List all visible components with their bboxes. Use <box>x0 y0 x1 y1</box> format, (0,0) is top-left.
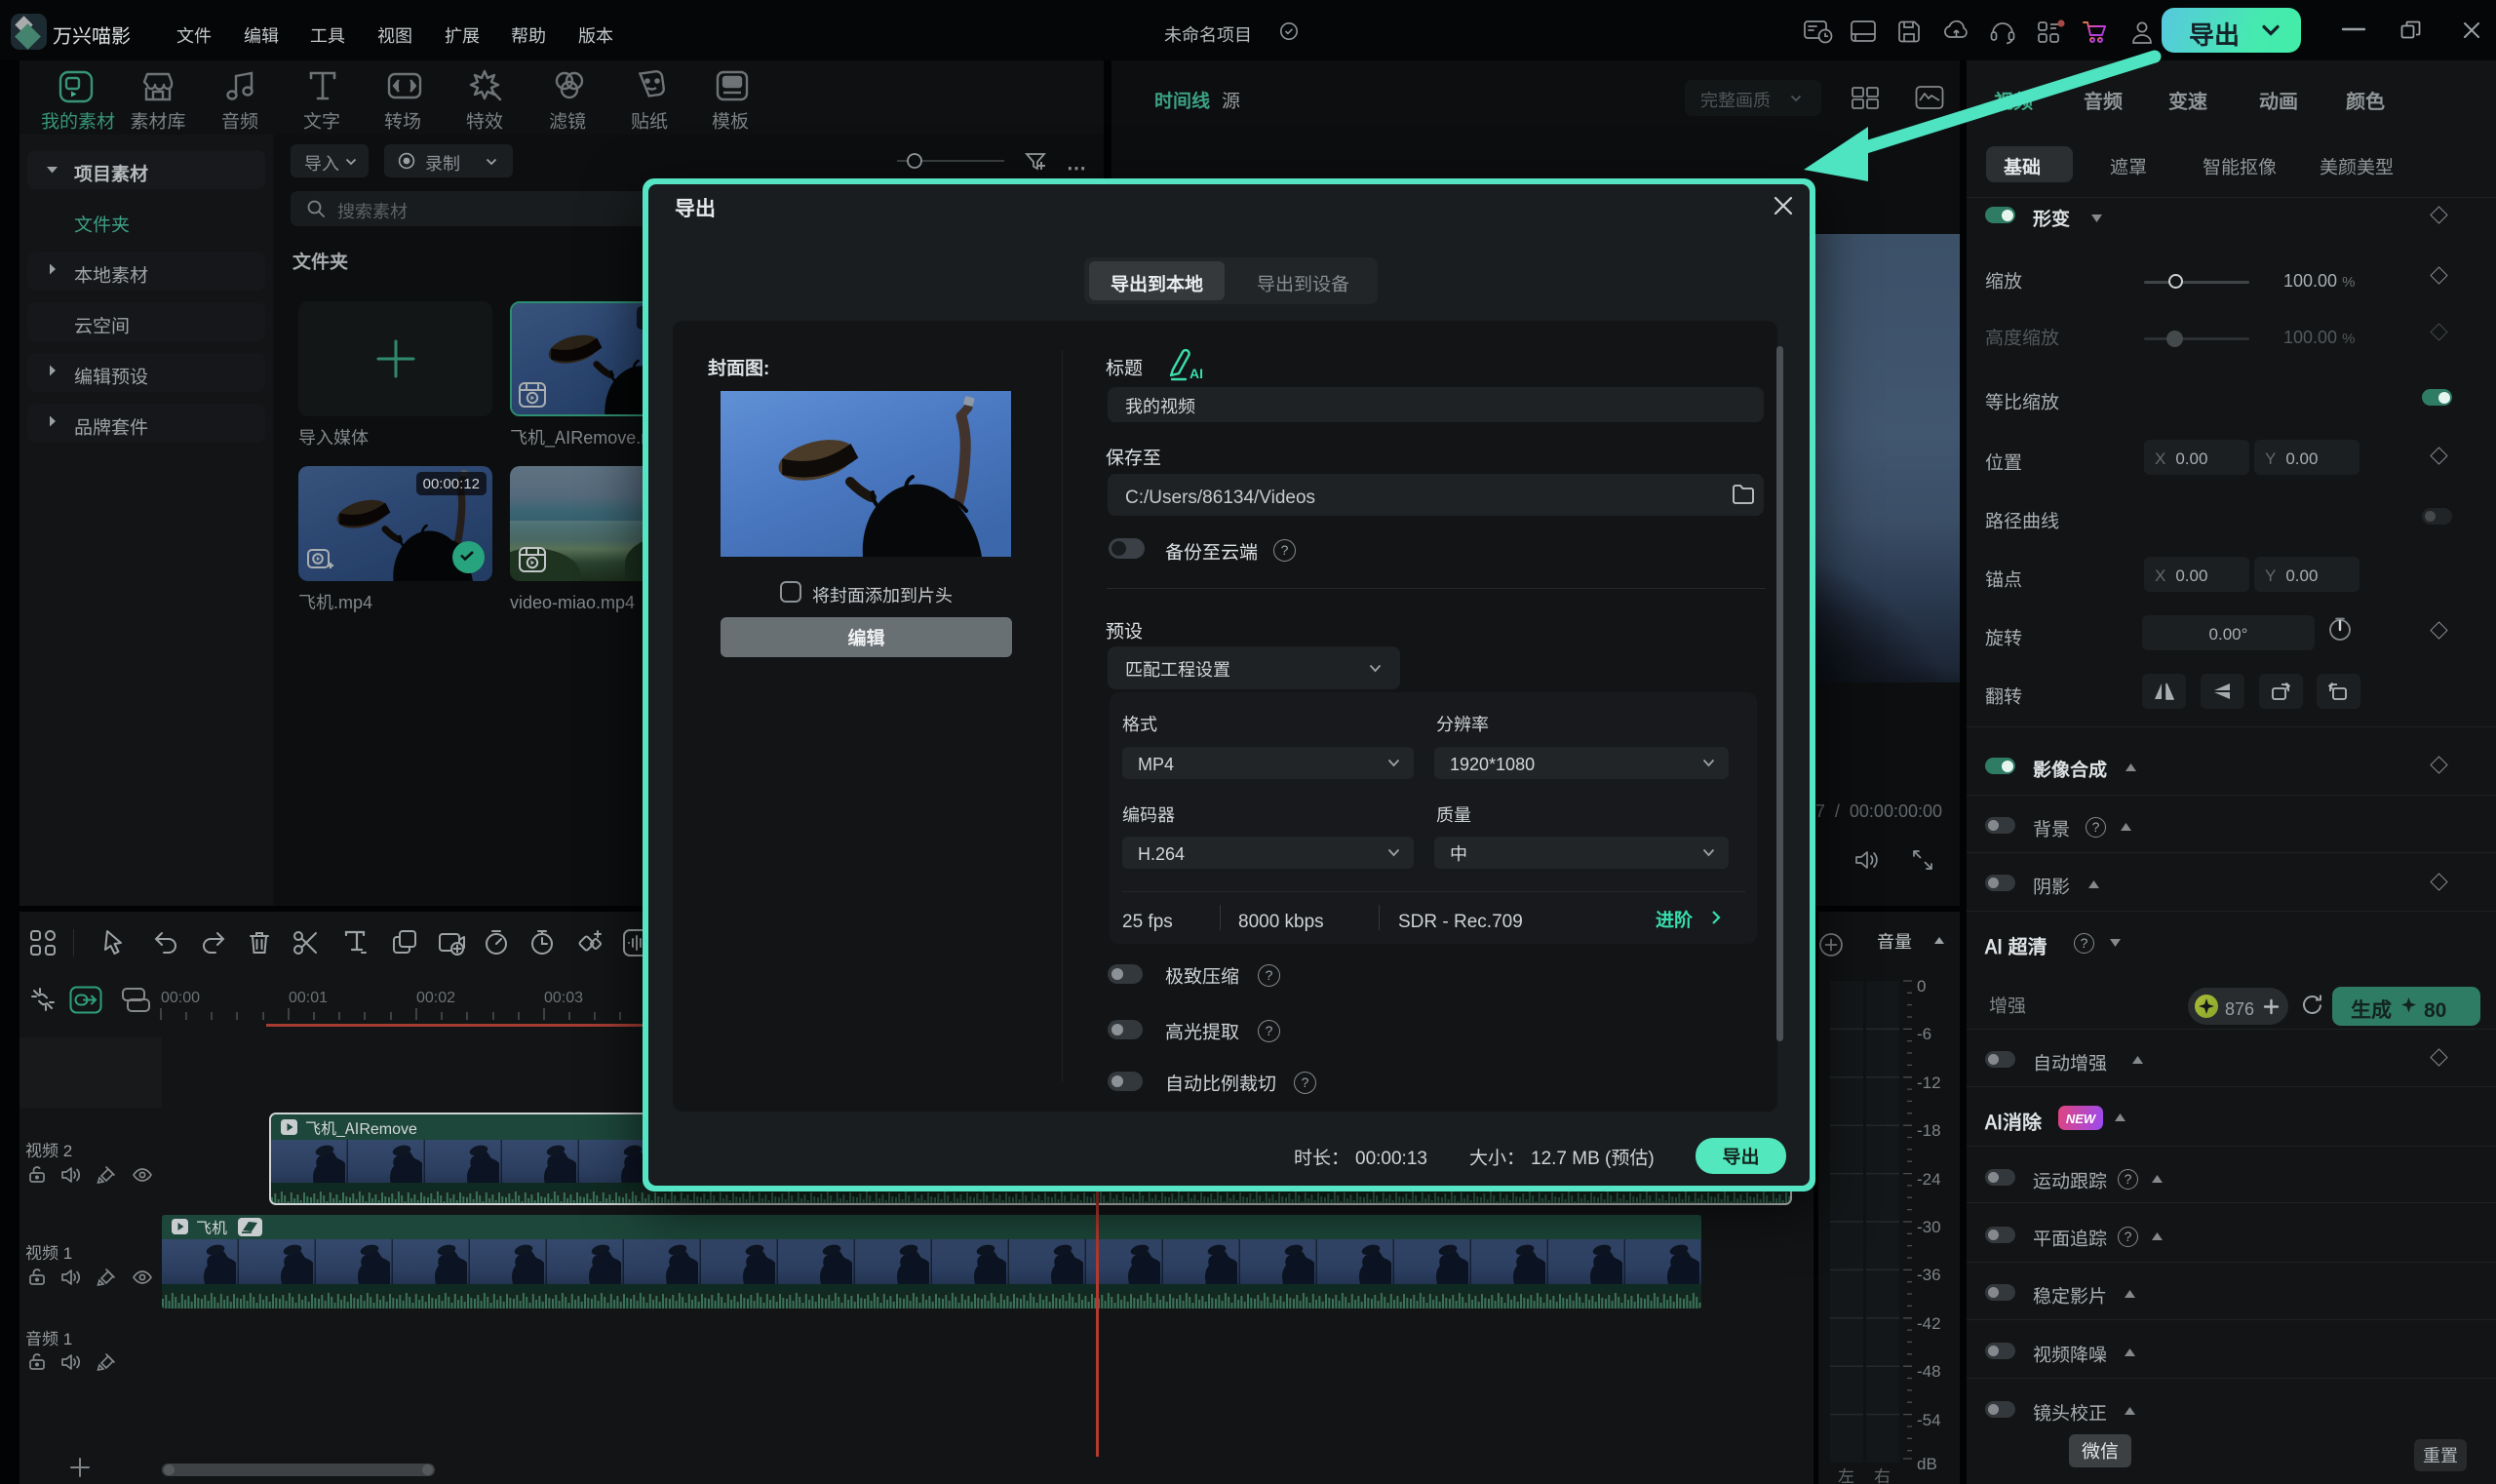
svg-text:AI: AI <box>1190 366 1203 381</box>
